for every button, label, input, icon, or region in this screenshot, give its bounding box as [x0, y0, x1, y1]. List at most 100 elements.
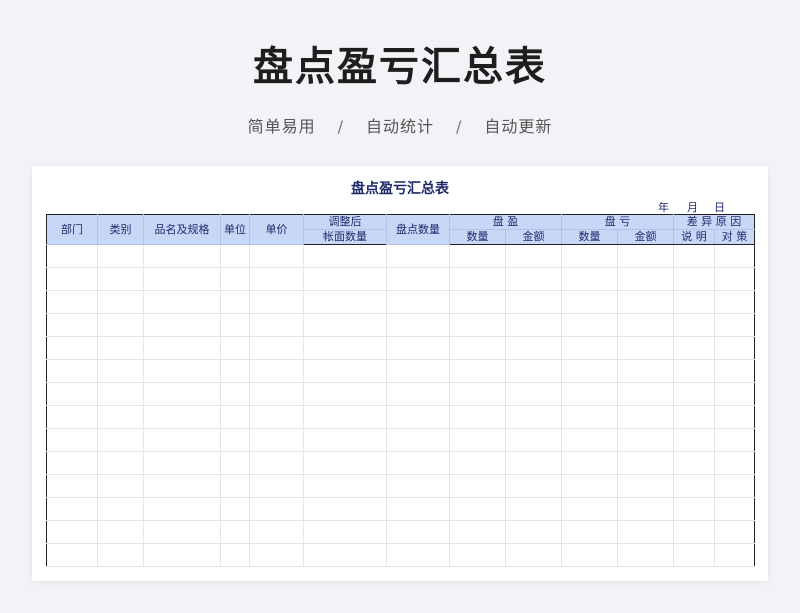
table-cell[interactable] — [617, 359, 674, 383]
table-cell[interactable] — [561, 543, 618, 567]
table-cell[interactable] — [303, 359, 387, 383]
table-cell[interactable] — [505, 290, 562, 314]
table-cell[interactable] — [46, 543, 98, 567]
table-cell[interactable] — [673, 336, 715, 360]
table-cell[interactable] — [303, 267, 387, 291]
table-cell[interactable] — [617, 428, 674, 452]
table-cell[interactable] — [303, 405, 387, 429]
table-cell[interactable] — [449, 451, 506, 475]
table-cell[interactable] — [449, 359, 506, 383]
table-cell[interactable] — [714, 474, 755, 498]
table-cell[interactable] — [386, 359, 450, 383]
table-cell[interactable] — [97, 267, 144, 291]
table-cell[interactable] — [561, 451, 618, 475]
table-cell[interactable] — [561, 497, 618, 521]
table-cell[interactable] — [303, 244, 387, 268]
table-cell[interactable] — [143, 543, 221, 567]
table-cell[interactable] — [97, 451, 144, 475]
table-cell[interactable] — [143, 359, 221, 383]
table-cell[interactable] — [303, 474, 387, 498]
table-cell[interactable] — [561, 359, 618, 383]
table-cell[interactable] — [449, 244, 506, 268]
table-cell[interactable] — [714, 405, 755, 429]
table-cell[interactable] — [386, 405, 450, 429]
table-cell[interactable] — [505, 267, 562, 291]
table-cell[interactable] — [143, 244, 221, 268]
table-cell[interactable] — [617, 336, 674, 360]
table-cell[interactable] — [46, 520, 98, 544]
table-cell[interactable] — [673, 428, 715, 452]
table-cell[interactable] — [617, 474, 674, 498]
table-cell[interactable] — [449, 336, 506, 360]
table-cell[interactable] — [220, 267, 250, 291]
table-cell[interactable] — [449, 290, 506, 314]
table-cell[interactable] — [714, 428, 755, 452]
table-cell[interactable] — [143, 451, 221, 475]
table-cell[interactable] — [617, 497, 674, 521]
table-cell[interactable] — [249, 474, 304, 498]
table-cell[interactable] — [46, 336, 98, 360]
table-cell[interactable] — [673, 244, 715, 268]
table-cell[interactable] — [386, 474, 450, 498]
table-cell[interactable] — [673, 313, 715, 337]
table-cell[interactable] — [143, 382, 221, 406]
table-cell[interactable] — [249, 428, 304, 452]
table-cell[interactable] — [505, 382, 562, 406]
table-cell[interactable] — [505, 313, 562, 337]
table-cell[interactable] — [143, 428, 221, 452]
table-cell[interactable] — [97, 382, 144, 406]
table-cell[interactable] — [386, 382, 450, 406]
table-cell[interactable] — [303, 520, 387, 544]
table-cell[interactable] — [143, 336, 221, 360]
table-cell[interactable] — [505, 359, 562, 383]
table-cell[interactable] — [97, 428, 144, 452]
table-cell[interactable] — [220, 451, 250, 475]
table-cell[interactable] — [220, 244, 250, 268]
table-cell[interactable] — [303, 451, 387, 475]
table-cell[interactable] — [617, 382, 674, 406]
table-cell[interactable] — [249, 382, 304, 406]
table-cell[interactable] — [617, 290, 674, 314]
table-cell[interactable] — [143, 290, 221, 314]
table-cell[interactable] — [714, 267, 755, 291]
table-cell[interactable] — [673, 474, 715, 498]
table-cell[interactable] — [97, 497, 144, 521]
table-cell[interactable] — [617, 520, 674, 544]
table-cell[interactable] — [220, 336, 250, 360]
table-cell[interactable] — [97, 405, 144, 429]
table-cell[interactable] — [561, 382, 618, 406]
table-cell[interactable] — [97, 359, 144, 383]
table-cell[interactable] — [46, 244, 98, 268]
table-cell[interactable] — [714, 451, 755, 475]
table-cell[interactable] — [46, 267, 98, 291]
table-cell[interactable] — [449, 267, 506, 291]
table-cell[interactable] — [505, 405, 562, 429]
table-cell[interactable] — [386, 428, 450, 452]
table-cell[interactable] — [97, 313, 144, 337]
table-cell[interactable] — [249, 313, 304, 337]
table-cell[interactable] — [220, 313, 250, 337]
table-cell[interactable] — [449, 520, 506, 544]
table-cell[interactable] — [386, 520, 450, 544]
table-cell[interactable] — [617, 405, 674, 429]
table-cell[interactable] — [673, 497, 715, 521]
table-cell[interactable] — [673, 359, 715, 383]
table-cell[interactable] — [714, 543, 755, 567]
table-cell[interactable] — [386, 244, 450, 268]
table-cell[interactable] — [714, 244, 755, 268]
table-cell[interactable] — [143, 497, 221, 521]
table-cell[interactable] — [714, 313, 755, 337]
table-cell[interactable] — [249, 520, 304, 544]
table-cell[interactable] — [386, 543, 450, 567]
table-cell[interactable] — [46, 290, 98, 314]
table-cell[interactable] — [449, 382, 506, 406]
table-cell[interactable] — [249, 451, 304, 475]
table-cell[interactable] — [505, 497, 562, 521]
table-cell[interactable] — [505, 428, 562, 452]
table-cell[interactable] — [46, 313, 98, 337]
table-cell[interactable] — [449, 313, 506, 337]
table-cell[interactable] — [143, 313, 221, 337]
table-cell[interactable] — [46, 405, 98, 429]
table-cell[interactable] — [449, 474, 506, 498]
table-cell[interactable] — [561, 267, 618, 291]
